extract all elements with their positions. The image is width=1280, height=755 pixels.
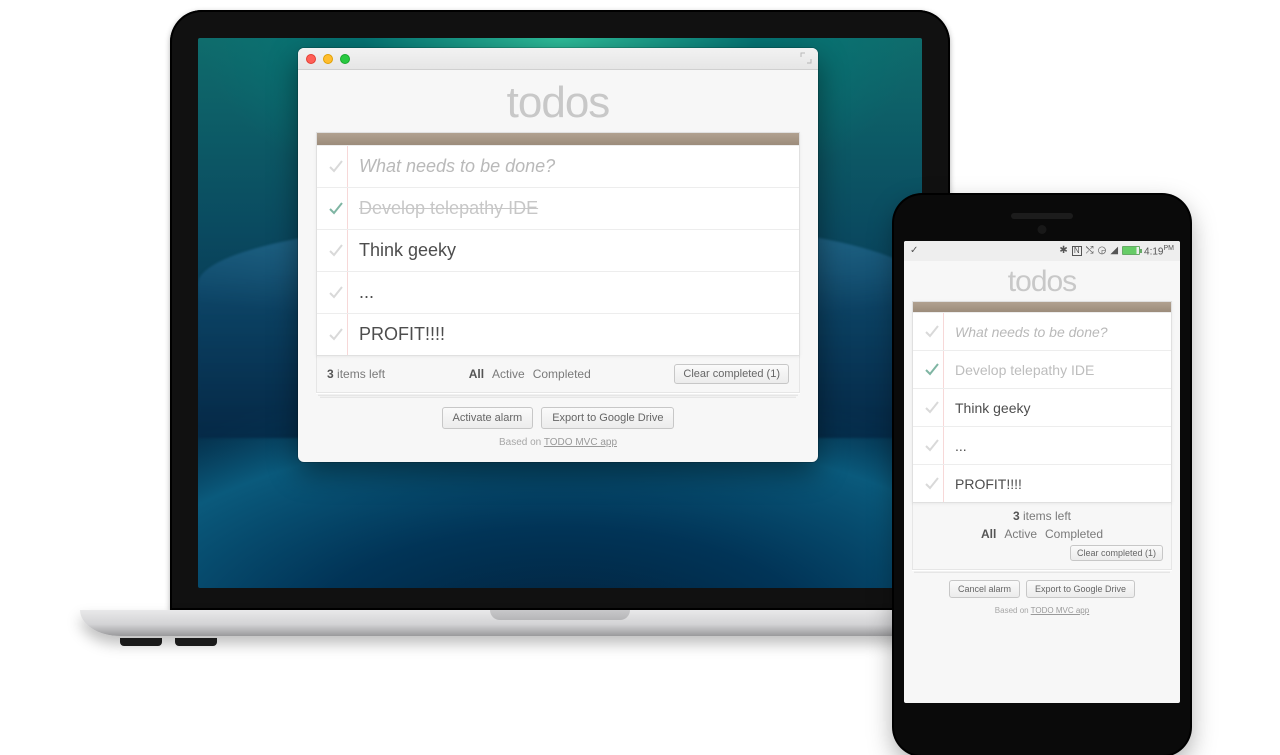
todo-text[interactable]: PROFIT!!!! [945, 476, 1159, 492]
filter-active[interactable]: Active [492, 367, 525, 381]
carrier-icon: ✓ [910, 246, 918, 256]
checkmark-icon[interactable] [919, 362, 945, 378]
laptop-mockup: todos What needs to be done? [170, 10, 950, 644]
todo-text[interactable]: Develop telepathy IDE [349, 198, 787, 219]
action-row: Cancel alarm Export to Google Drive [912, 580, 1172, 598]
todo-text[interactable]: Develop telepathy IDE [945, 362, 1159, 378]
sheet-binding [913, 302, 1171, 312]
todo-row: ... [913, 426, 1171, 464]
bluetooth-icon: ✱ [1059, 246, 1067, 256]
app-title: todos [316, 78, 800, 128]
fullscreen-icon[interactable] [800, 52, 812, 64]
todo-text[interactable]: PROFIT!!!! [349, 324, 787, 345]
signal-icon: ◢ [1110, 246, 1118, 256]
laptop-desktop-wallpaper: todos What needs to be done? [198, 38, 922, 588]
checkmark-icon[interactable] [919, 438, 945, 454]
credit-line: Based on TODO MVC app [912, 606, 1172, 615]
sync-icon: ⤭ [1086, 246, 1094, 256]
todo-text[interactable]: ... [349, 282, 787, 303]
todo-row: PROFIT!!!! [913, 464, 1171, 502]
checkmark-icon[interactable] [323, 201, 349, 217]
todo-app-desktop: todos What needs to be done? [298, 70, 818, 462]
todo-sheet: What needs to be done? Develop telepathy… [316, 132, 800, 356]
credit-line: Based on TODO MVC app [316, 437, 800, 448]
filter-active[interactable]: Active [1004, 527, 1037, 541]
app-title: todos [912, 265, 1172, 299]
filter-completed[interactable]: Completed [533, 367, 591, 381]
clear-completed-button[interactable]: Clear completed (1) [674, 364, 789, 384]
battery-icon [1122, 246, 1140, 255]
filter-group: All Active Completed [921, 527, 1163, 541]
new-todo-row: What needs to be done? [913, 312, 1171, 350]
mac-titlebar[interactable] [298, 48, 818, 70]
new-todo-row: What needs to be done? [317, 145, 799, 187]
laptop-frame: todos What needs to be done? [170, 10, 950, 610]
zoom-icon[interactable] [340, 54, 350, 64]
filter-completed[interactable]: Completed [1045, 527, 1103, 541]
checkmark-icon[interactable] [919, 476, 945, 492]
android-statusbar: ✓ ✱ N ⤭ ◶ ◢ 4:19PM [904, 241, 1180, 261]
sheet-binding [317, 133, 799, 145]
todo-text[interactable]: ... [945, 438, 1159, 454]
nfc-icon: N [1072, 246, 1082, 256]
new-todo-input[interactable]: What needs to be done? [945, 324, 1159, 340]
minimize-icon[interactable] [323, 54, 333, 64]
toggle-all-icon[interactable] [323, 159, 349, 175]
todo-row: ... [317, 271, 799, 313]
todo-text[interactable]: Think geeky [945, 400, 1159, 416]
todo-footer: 3 items left All Active Completed Clear … [912, 503, 1172, 570]
todo-row: Think geeky [317, 229, 799, 271]
checkmark-icon[interactable] [323, 243, 349, 259]
credit-link[interactable]: TODO MVC app [544, 437, 617, 448]
toggle-all-icon[interactable] [919, 324, 945, 340]
phone-screen: ✓ ✱ N ⤭ ◶ ◢ 4:19PM todos What need [904, 241, 1180, 703]
export-drive-button[interactable]: Export to Google Drive [541, 407, 674, 429]
export-drive-button[interactable]: Export to Google Drive [1026, 580, 1135, 598]
filter-all[interactable]: All [469, 367, 484, 381]
wifi-icon: ◶ [1098, 246, 1107, 256]
credit-link[interactable]: TODO MVC app [1031, 606, 1090, 615]
items-left-label: 3 items left [1013, 509, 1071, 523]
mac-app-window: todos What needs to be done? [298, 48, 818, 462]
todo-sheet: What needs to be done? Develop telepathy… [912, 301, 1172, 503]
close-icon[interactable] [306, 54, 316, 64]
todo-text[interactable]: Think geeky [349, 240, 787, 261]
action-row: Activate alarm Export to Google Drive [316, 407, 800, 429]
phone-mockup: ✓ ✱ N ⤭ ◶ ◢ 4:19PM todos What need [894, 195, 1190, 755]
filter-all[interactable]: All [981, 527, 996, 541]
checkmark-icon[interactable] [323, 285, 349, 301]
window-controls [306, 54, 350, 64]
todo-row: Think geeky [913, 388, 1171, 426]
new-todo-input[interactable]: What needs to be done? [349, 156, 787, 177]
checkmark-icon[interactable] [919, 400, 945, 416]
clear-completed-button[interactable]: Clear completed (1) [1070, 545, 1163, 561]
activate-alarm-button[interactable]: Activate alarm [442, 407, 534, 429]
items-left-label: 3 items left [327, 367, 385, 381]
statusbar-time: 4:19PM [1144, 245, 1174, 257]
filter-group: All Active Completed [469, 367, 591, 381]
todo-row: PROFIT!!!! [317, 313, 799, 355]
todo-footer: 3 items left All Active Completed Clear … [316, 356, 800, 393]
todo-row: Develop telepathy IDE [317, 187, 799, 229]
checkmark-icon[interactable] [323, 327, 349, 343]
todo-row: Develop telepathy IDE [913, 350, 1171, 388]
cancel-alarm-button[interactable]: Cancel alarm [949, 580, 1020, 598]
todo-app-mobile: todos What needs to be done? Develop tel… [904, 261, 1180, 623]
